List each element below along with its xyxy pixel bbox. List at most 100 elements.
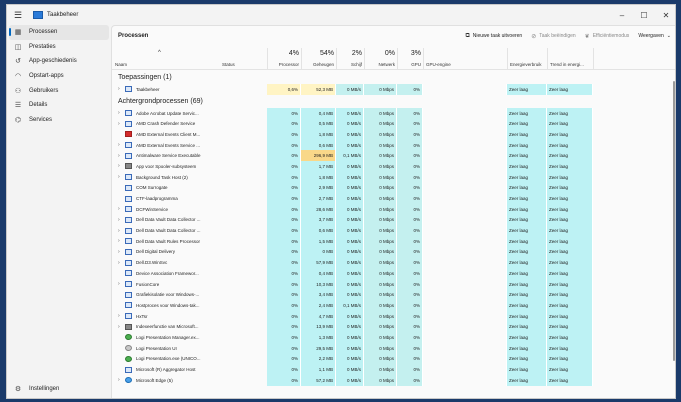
column-header-memory[interactable]: 54% Geheugen: [301, 48, 336, 70]
chevron-right-icon[interactable]: ›: [118, 260, 125, 266]
sidebar-item-gebruikers[interactable]: ⚇ Gebruikers: [7, 83, 111, 98]
cell-disk: 0 MB/s: [336, 193, 364, 204]
table-row[interactable]: Hostproces voor Windows-tak... 0% 2,4 MB 0,…: [112, 300, 675, 311]
table-row[interactable]: ›Dell Digital Deliveryǁ0%0 MB0 MB/s0 Mbp…: [112, 246, 675, 258]
cell-gpu-engine: [423, 118, 507, 130]
table-row[interactable]: Logi Presentation.exe (UNICO... 0% 2,2 MB 0…: [112, 353, 675, 365]
column-header-gpu[interactable]: 3% GPU: [397, 48, 423, 70]
column-header-power[interactable]: Energieverbruik: [507, 48, 547, 70]
chevron-right-icon[interactable]: ›: [118, 110, 125, 116]
table-row[interactable]: Logi Presentation Manager.ex... 0% 1,3 MB 0…: [112, 332, 675, 343]
table-row[interactable]: CTF-laadprogramma 0% 2,7 MB 0 MB/s 0 Mbps 0% Z…: [112, 193, 675, 204]
chevron-right-icon[interactable]: ›: [118, 206, 125, 212]
chevron-right-icon[interactable]: ›: [118, 281, 125, 287]
table-row[interactable]: › Adobe Acrobat Update Servic... 0% 0,4 MB 0…: [112, 107, 675, 119]
cell-disk: 0 MB/s: [336, 139, 364, 151]
table-row[interactable]: COM Surrogate 0% 2,9 MB 0 MB/s 0 Mbps 0% Zeer …: [112, 182, 675, 194]
chevron-right-icon[interactable]: ›: [118, 377, 125, 383]
cell-mem: 1,7 MB: [301, 161, 336, 172]
chevron-right-icon[interactable]: ›: [118, 228, 125, 234]
view-dropdown-button[interactable]: Weergaven ⌄: [638, 33, 671, 39]
sidebar-item-label: Opstart-apps: [29, 73, 64, 80]
table-row[interactable]: Grafiekisolatie voor Windows-... 0% 3,4 MB…: [112, 289, 675, 301]
chevron-right-icon[interactable]: ›: [118, 121, 125, 127]
table-row[interactable]: › Taakbeheer 0,6% 52,3 MB 0 MB/s 0 Mbps 0% Zeer…: [112, 84, 675, 95]
section-header-background[interactable]: Achtergrondprocessen (69): [112, 95, 675, 108]
table-row[interactable]: › Indexeerfunctie van Microsoft... 0% 13,9 …: [112, 321, 675, 333]
column-header-power-trend[interactable]: Trend in energi...: [547, 48, 593, 70]
table-row[interactable]: Logi Presentation UI 0% 29,5 MB 0 MB/s 0 Mbp…: [112, 342, 675, 354]
cell-power-trend: Zeer laag: [547, 225, 593, 236]
maximize-button[interactable]: ☐: [633, 5, 655, 25]
column-header-status[interactable]: Status: [219, 48, 267, 70]
scrollbar-thumb[interactable]: [673, 81, 675, 361]
column-header-gpu-engine[interactable]: GPU-engine: [423, 48, 507, 70]
table-row[interactable]: › DCFWinService 0% 28,6 MB 0 MB/s 0 Mbps 0% Zee…: [112, 203, 675, 215]
process-name: Logi Presentation UI: [136, 345, 177, 351]
table-row[interactable]: › Dell Data Vault Data Collector ... 0% 3,7…: [112, 214, 675, 226]
table-row[interactable]: › HxTsr 0% 4,7 MB 0 MB/s 0 Mbps 0% Zeer laag Zee…: [112, 310, 675, 322]
cell-disk: 0 MB/s: [336, 214, 364, 226]
column-header-disk[interactable]: 2% Schijf: [336, 48, 364, 70]
cell-cpu: 0%: [267, 278, 301, 290]
column-header-cpu[interactable]: 4% Processor: [267, 48, 301, 70]
chevron-right-icon[interactable]: ›: [118, 174, 125, 180]
table-row[interactable]: › Microsoft Edge (5) 0% 57,2 MB 0 MB/s 0 Mbps…: [112, 374, 675, 386]
cell-gpu-engine: [423, 300, 507, 311]
cell-cpu: 0%: [267, 118, 301, 130]
cell-power: Zeer laag: [507, 289, 547, 301]
hamburger-menu-icon[interactable]: ☰: [9, 10, 27, 21]
cell-net: 0 Mbps: [364, 374, 397, 386]
table-row[interactable]: AMD External Events Client M... 0% 1,8 MB 0…: [112, 129, 675, 140]
performance-chart-icon: ◫: [14, 43, 22, 51]
chevron-right-icon[interactable]: ›: [118, 238, 125, 244]
column-header-name[interactable]: ^ Naam: [112, 48, 216, 70]
end-task-icon: ⊘: [531, 33, 537, 40]
table-row[interactable]: Microsoft (R) Aggregator Host 0% 1,1 MB 0 M…: [112, 364, 675, 375]
cell-power: Zeer laag: [507, 321, 547, 333]
chevron-right-icon[interactable]: ›: [118, 313, 125, 319]
table-row[interactable]: Device Association Framewor... 0% 0,4 MB 0 …: [112, 268, 675, 279]
chevron-right-icon[interactable]: ›: [118, 153, 125, 159]
table-row[interactable]: › Dell.D3.WinSvc 0% 57,9 MB 0 MB/s 0 Mbps 0% Ze…: [112, 257, 675, 268]
sidebar-item-settings[interactable]: ⚙ Instellingen: [7, 381, 111, 396]
section-header-apps[interactable]: Toepassingen (1): [112, 71, 675, 84]
chevron-right-icon[interactable]: ›: [118, 163, 125, 169]
minimize-button[interactable]: –: [611, 5, 633, 25]
table-row[interactable]: ›Background Task Host (2)ǁ0%1,8 MB0 MB/s…: [112, 171, 675, 183]
chevron-right-icon[interactable]: ›: [118, 86, 125, 92]
cell-power-trend: Zeer laag: [547, 203, 593, 215]
chevron-right-icon[interactable]: ›: [118, 142, 125, 148]
sidebar-item-app-geschiedenis[interactable]: ↺ App-geschiedenis: [7, 54, 111, 69]
sidebar-item-services[interactable]: ⌬ Services: [7, 113, 111, 128]
table-row[interactable]: › AMD Crash Defender Service 0% 0,5 MB 0 MB/…: [112, 118, 675, 130]
vertical-scrollbar[interactable]: [671, 71, 675, 398]
chevron-right-icon[interactable]: ›: [118, 249, 125, 255]
table-row[interactable]: › Dell Data Vault Rules Processor 0% 1,5 MB…: [112, 235, 675, 247]
sidebar-item-details[interactable]: ☰ Details: [7, 98, 111, 113]
table-row[interactable]: › Antimalware Service Executable 0% 296,9 M…: [112, 150, 675, 162]
chevron-right-icon[interactable]: ›: [118, 324, 125, 330]
cell-power: Zeer laag: [507, 310, 547, 322]
sidebar-item-prestaties[interactable]: ◫ Prestaties: [7, 40, 111, 55]
table-row[interactable]: › FusionCore 0% 10,3 MB 0 MB/s 0 Mbps 0% Zeer l…: [112, 278, 675, 290]
cell-cpu: 0%: [267, 150, 301, 162]
table-row[interactable]: › AMD External Events Service ... 0% 0,6 MB…: [112, 139, 675, 151]
chevron-right-icon[interactable]: ›: [118, 217, 125, 223]
cell-net: 0 Mbps: [364, 342, 397, 354]
table-row[interactable]: › Dell Data Vault Data Collector ... 0% 0,6…: [112, 225, 675, 236]
cell-power-trend: Zeer laag: [547, 214, 593, 226]
cell-power-trend: Zeer laag: [547, 257, 593, 268]
sidebar-item-processen[interactable]: ▦ Processen: [9, 25, 109, 40]
table-row[interactable]: › App voor Spooler-subsysteem 0% 1,7 MB 0 MB…: [112, 161, 675, 172]
close-button[interactable]: ✕: [655, 5, 675, 25]
cell-power-trend: Zeer laag: [547, 150, 593, 162]
sidebar-item-label: Details: [29, 102, 48, 109]
efficiency-mode-button[interactable]: ❦ Efficiëntiemodus: [585, 33, 630, 40]
column-header-network[interactable]: 0% Netwerk: [364, 48, 397, 70]
sidebar-item-opstart-apps[interactable]: ◠ Opstart-apps: [7, 69, 111, 84]
cell-net: 0 Mbps: [364, 364, 397, 375]
end-task-button[interactable]: ⊘ Taak beëindigen: [531, 33, 575, 40]
cell-mem: 28,6 MB: [301, 203, 336, 215]
new-task-button[interactable]: ⧉ Nieuwe taak uitvoeren: [465, 33, 522, 40]
